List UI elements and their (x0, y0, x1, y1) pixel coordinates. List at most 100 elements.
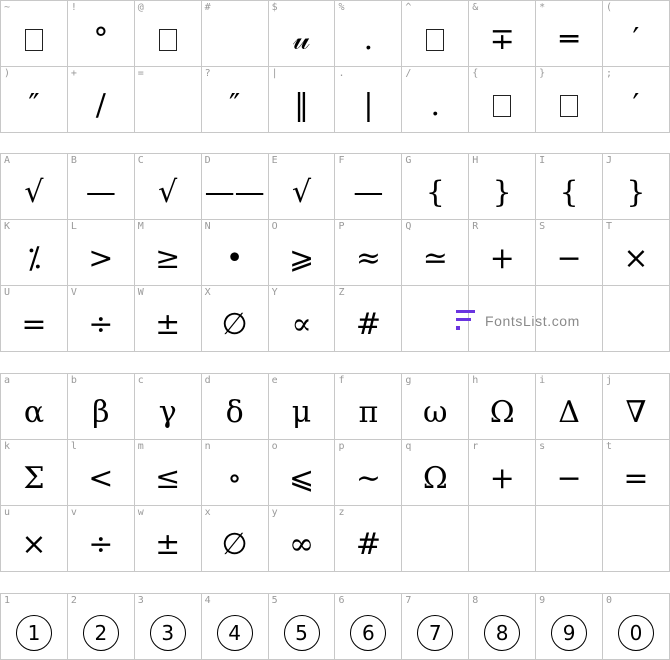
glyph-cell (402, 506, 470, 572)
glyph-cell: v ÷ (67, 506, 135, 572)
glyph-cell: eμ (268, 374, 336, 440)
glyph-sample: √ (291, 174, 312, 210)
glyph-sample: | (363, 87, 374, 123)
key-label: p (338, 441, 345, 452)
glyph-cell: y ∞ (268, 506, 336, 572)
glyph-sample: δ (225, 394, 244, 430)
glyph-sample: ″ (28, 87, 40, 123)
glyph-sample: = (21, 306, 47, 342)
key-label: k (4, 441, 11, 452)
key-label: ) (4, 68, 11, 79)
glyph-sample: 3 (135, 606, 201, 659)
glyph-cell: l < (67, 440, 135, 506)
glyph-sample: ≤ (155, 460, 181, 496)
glyph-sample: √ (158, 174, 178, 210)
glyph-cell: ? ″ (201, 67, 269, 133)
key-label: C (137, 155, 144, 166)
key-label: m (137, 441, 144, 452)
key-label: & (472, 2, 479, 13)
glyph-row: K ⁒ L > M ≥ N • O ⩾ P ≈ Q ≃ R + S − T × (1, 220, 670, 286)
glyph-sample (469, 518, 535, 571)
glyph-cell: dδ (201, 374, 269, 440)
key-label: r (472, 441, 479, 452)
glyph-cell: j ∇ (603, 374, 670, 440)
circled-digit: 1 (15, 614, 52, 651)
glyph-cell: %. (335, 1, 403, 67)
key-label: j (606, 375, 613, 386)
key-label: W (137, 287, 144, 298)
glyph-cell: I{ (536, 154, 604, 220)
glyph-sample (536, 79, 602, 132)
key-label: 5 (271, 595, 278, 606)
glyph-sample: — (353, 174, 384, 210)
glyph-row: a α b β c γ d δ e μ f π g ω h Ωi Δj ∇ (1, 374, 670, 440)
glyph-sample: μ (291, 394, 312, 430)
glyph-cell: p ∼ (335, 440, 403, 506)
key-label: g (405, 375, 412, 386)
key-label: M (137, 221, 144, 232)
key-label: G (405, 155, 412, 166)
glyph-sample: ± (155, 526, 181, 562)
key-label: t (606, 441, 613, 452)
key-label: l (70, 441, 77, 452)
key-label: = (137, 68, 144, 79)
glyph-sample: α (23, 394, 45, 430)
fontslist-watermark: FontsList.com (455, 308, 580, 334)
glyph-cell: J} (603, 154, 670, 220)
key-label: 1 (4, 595, 11, 606)
key-label: 4 (204, 595, 211, 606)
glyph-sample: + (489, 460, 515, 496)
glyph-cell: hΩ (469, 374, 537, 440)
key-label: ; (606, 68, 613, 79)
glyph-sample: — (85, 174, 116, 210)
glyph-cell: ) ″ (1, 67, 68, 133)
glyph-sample: { (559, 174, 579, 210)
key-label: ^ (405, 2, 412, 13)
key-label: } (539, 68, 546, 79)
glyph-row: k Σl < m ≤ n ∘ o ⩽ p ∼ q Ωr + s − t = (1, 440, 670, 506)
glyph-cell: L > (67, 220, 135, 286)
glyph-sample (469, 79, 535, 132)
key-label: ~ (4, 2, 11, 13)
glyph-sample: ∞ (289, 526, 314, 562)
key-label: + (70, 68, 77, 79)
glyph-grid-section-4: 11223344556677889900 (0, 593, 670, 660)
glyph-sample: # (355, 306, 381, 342)
glyph-sample (402, 518, 468, 571)
glyph-cell: E √ (268, 154, 336, 220)
glyph-cell: aα (1, 374, 68, 440)
key-label: { (472, 68, 479, 79)
glyph-cell (603, 286, 670, 352)
key-label: h (472, 375, 479, 386)
glyph-sample: ∼ (355, 460, 381, 496)
glyph-cell: A √ (1, 154, 68, 220)
glyph-cell: u × (1, 506, 68, 572)
missing-glyph-box (493, 94, 512, 117)
glyph-sample: 9 (536, 606, 602, 659)
glyph-cell: 22 (67, 594, 135, 660)
key-label: 2 (70, 595, 77, 606)
glyph-row: u × v ÷ w ± x ∅ y ∞ z # (1, 506, 670, 572)
glyph-cell: 44 (201, 594, 269, 660)
key-label: I (539, 155, 546, 166)
glyph-cell: { (469, 67, 537, 133)
key-label: $ (271, 2, 278, 13)
glyph-cell: iΔ (536, 374, 604, 440)
glyph-cell: W ± (134, 286, 202, 352)
glyph-row: ) ″ + ∕ =? ″ | ‖. | /.{}; ′ (1, 67, 670, 133)
glyph-sample: ⩾ (288, 240, 315, 276)
glyph-sample: ÷ (88, 306, 114, 342)
glyph-sample (202, 13, 268, 66)
missing-glyph-box (24, 28, 43, 51)
glyph-cell: ~ (1, 1, 68, 67)
glyph-sample: γ (158, 394, 177, 430)
glyph-cell: C √ (134, 154, 202, 220)
glyph-cell: & ∓ (469, 1, 537, 67)
glyph-sample: ⩽ (288, 460, 315, 496)
glyph-sample: ω (423, 394, 448, 430)
glyph-sample: • (225, 240, 244, 276)
key-label: H (472, 155, 479, 166)
glyph-sample: 8 (469, 606, 535, 659)
glyph-cell: $ 𝓊 (268, 1, 336, 67)
key-label: / (405, 68, 412, 79)
